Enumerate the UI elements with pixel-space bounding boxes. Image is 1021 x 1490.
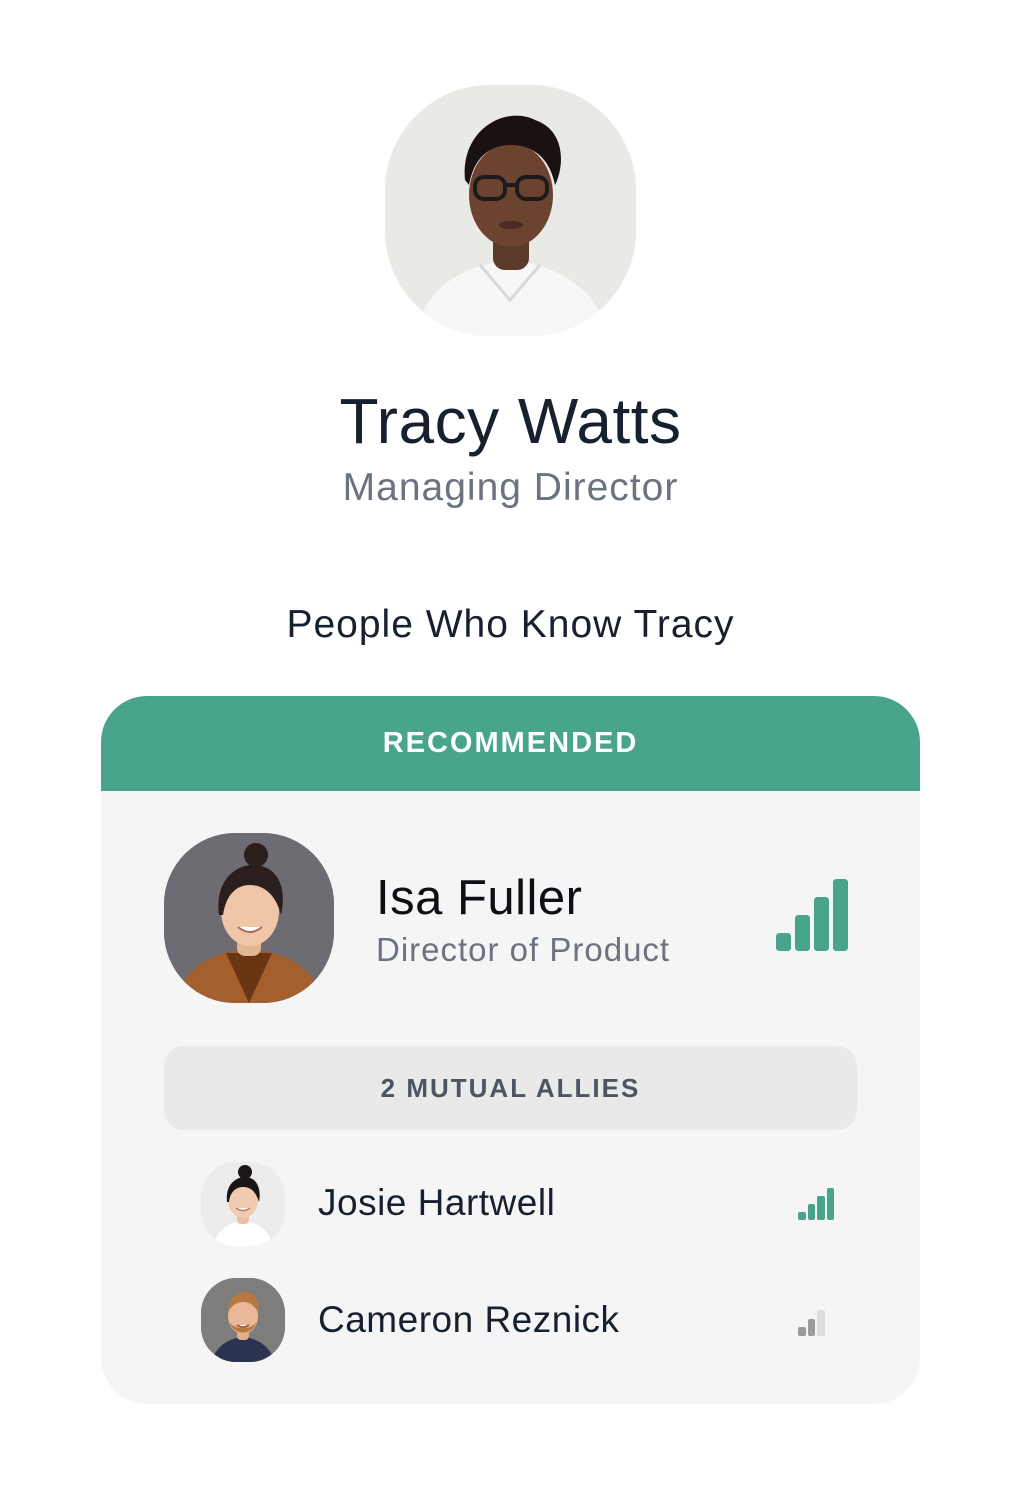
section-heading: People Who Know Tracy bbox=[286, 603, 735, 646]
ally-signal-strength-icon bbox=[798, 1310, 825, 1336]
profile-avatar bbox=[385, 85, 636, 336]
card-header: RECOMMENDED bbox=[101, 696, 920, 791]
signal-bar bbox=[833, 879, 848, 951]
ally-signal-strength-icon bbox=[798, 1188, 834, 1220]
signal-bar bbox=[814, 897, 829, 951]
profile-name: Tracy Watts bbox=[339, 385, 682, 457]
ally-name[interactable]: Cameron Reznick bbox=[318, 1299, 620, 1341]
recommended-signal-strength-icon bbox=[776, 879, 848, 951]
card-header-label: RECOMMENDED bbox=[382, 727, 639, 759]
ally-name[interactable]: Josie Hartwell bbox=[318, 1182, 555, 1224]
ally-avatar-cameron[interactable] bbox=[201, 1278, 285, 1362]
ally-avatar-josie[interactable] bbox=[201, 1162, 285, 1246]
mutual-allies-text: 2 MUTUAL ALLIES bbox=[380, 1072, 641, 1103]
profile-title: Managing Director bbox=[342, 466, 679, 509]
mutual-allies-label: 2 MUTUAL ALLIES bbox=[164, 1046, 857, 1130]
recommended-avatar[interactable] bbox=[164, 833, 334, 1003]
people-card: RECOMMENDED Isa Fuller Director of Produ… bbox=[101, 696, 920, 1404]
signal-bar bbox=[807, 1204, 815, 1220]
signal-bar bbox=[817, 1310, 825, 1336]
recommended-name[interactable]: Isa Fuller bbox=[376, 870, 583, 926]
signal-bar bbox=[826, 1188, 834, 1220]
signal-bar bbox=[798, 1212, 806, 1220]
signal-bar bbox=[776, 933, 791, 951]
signal-bar bbox=[807, 1318, 816, 1336]
signal-bar bbox=[798, 1327, 806, 1336]
signal-bar bbox=[817, 1196, 825, 1220]
signal-bar bbox=[795, 915, 810, 951]
recommended-title: Director of Product bbox=[376, 931, 671, 968]
